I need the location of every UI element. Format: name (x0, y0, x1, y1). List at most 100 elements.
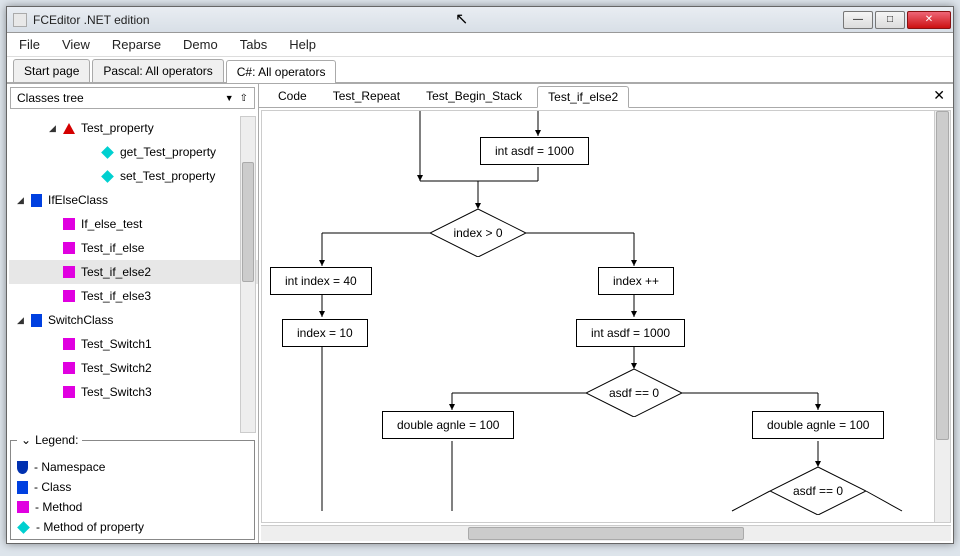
tree-item-test-if-else2[interactable]: Test_if_else2 (9, 260, 258, 284)
tree-label: get_Test_property (120, 145, 216, 159)
subtab-test-if-else2[interactable]: Test_if_else2 (537, 86, 629, 108)
flowchart-canvas[interactable]: int asdf = 1000 index > 0 int index = 40… (261, 110, 951, 523)
scrollbar-thumb[interactable] (468, 527, 744, 540)
menu-demo[interactable]: Demo (179, 35, 222, 54)
tree-label: set_Test_property (120, 169, 215, 183)
close-tab-icon[interactable]: ✕ (933, 87, 945, 104)
classes-tree[interactable]: ◢ Test_property get_Test_property set_Tes… (7, 112, 258, 437)
sidebar-header[interactable]: Classes tree ▼ ⇧ (10, 87, 255, 109)
mouse-cursor-icon: ↖ (455, 9, 468, 29)
tree-label: Test_if_else3 (81, 289, 151, 303)
method-icon (63, 218, 75, 230)
subtab-code[interactable]: Code (267, 85, 318, 107)
tree-scrollbar[interactable] (240, 116, 256, 433)
tree-item-test-switch3[interactable]: Test_Switch3 (9, 380, 258, 404)
tab-pascal[interactable]: Pascal: All operators (92, 59, 223, 82)
tree-item-set-test-property[interactable]: set_Test_property (9, 164, 258, 188)
property-method-icon (101, 170, 114, 183)
node-index-10[interactable]: index = 10 (282, 319, 368, 347)
legend-namespace: - Namespace (11, 457, 254, 477)
flowchart-connectors (262, 111, 950, 522)
property-method-icon (17, 521, 30, 534)
scrollbar-thumb[interactable] (242, 162, 254, 282)
file-tabs: Start page Pascal: All operators C#: All… (7, 57, 953, 83)
legend-title: Legend: (35, 433, 78, 447)
menu-tabs[interactable]: Tabs (236, 35, 271, 54)
tree-label: Test_property (81, 121, 154, 135)
tab-csharp[interactable]: C#: All operators (226, 60, 337, 83)
namespace-icon (17, 461, 28, 474)
minimize-button[interactable]: — (843, 11, 873, 29)
menu-view[interactable]: View (58, 35, 94, 54)
menu-help[interactable]: Help (285, 35, 320, 54)
menu-reparse[interactable]: Reparse (108, 35, 165, 54)
node-index-gt-0[interactable]: index > 0 (430, 209, 526, 257)
node-index-40[interactable]: int index = 40 (270, 267, 372, 295)
canvas-vscrollbar[interactable] (934, 111, 950, 522)
method-icon (63, 362, 75, 374)
chevron-down-icon[interactable]: ◢ (17, 195, 27, 206)
sidebar: Classes tree ▼ ⇧ ◢ Test_property get_Test… (7, 84, 259, 543)
tree-item-ifelseclass[interactable]: ◢ IfElseClass (9, 188, 258, 212)
menubar: File View Reparse Demo Tabs Help (7, 33, 953, 57)
property-method-icon (101, 146, 114, 159)
chevron-down-icon[interactable]: ⌄ (21, 433, 31, 447)
method-icon (63, 386, 75, 398)
subtab-test-repeat[interactable]: Test_Repeat (322, 85, 411, 107)
chevron-down-icon[interactable]: ◢ (49, 123, 59, 134)
class-icon (31, 194, 42, 207)
node-asdf-init[interactable]: int asdf = 1000 (480, 137, 589, 165)
node-asdf-eq-0-b[interactable]: asdf == 0 (770, 467, 866, 515)
tree-label: Test_if_else2 (81, 265, 151, 279)
window-title: FCEditor .NET edition (33, 13, 150, 27)
class-icon (17, 481, 28, 494)
tree-label: IfElseClass (48, 193, 108, 207)
method-icon (17, 501, 29, 513)
scrollbar-thumb[interactable] (936, 111, 949, 440)
legend-method: - Method (11, 497, 254, 517)
class-icon (31, 314, 42, 327)
method-icon (63, 338, 75, 350)
tree-item-test-switch1[interactable]: Test_Switch1 (9, 332, 258, 356)
legend-panel: ⌄Legend: - Namespace - Class - Method - … (10, 440, 255, 540)
sub-tabs: Code Test_Repeat Test_Begin_Stack Test_i… (259, 84, 953, 108)
titlebar[interactable]: FCEditor .NET edition ↖ — □ ✕ (7, 7, 953, 33)
legend-class: - Class (11, 477, 254, 497)
sidebar-title: Classes tree (17, 91, 84, 105)
subtab-test-begin-stack[interactable]: Test_Begin_Stack (415, 85, 533, 107)
node-asdf-eq-0[interactable]: asdf == 0 (586, 369, 682, 417)
workarea: Classes tree ▼ ⇧ ◢ Test_property get_Test… (7, 83, 953, 543)
maximize-button[interactable]: □ (875, 11, 905, 29)
main-panel: Code Test_Repeat Test_Begin_Stack Test_i… (259, 84, 953, 543)
node-agnle-right[interactable]: double agnle = 100 (752, 411, 884, 439)
tree-label: Test_Switch2 (81, 361, 152, 375)
pin-icon[interactable]: ⇧ (240, 93, 248, 104)
tree-item-test-switch2[interactable]: Test_Switch2 (9, 356, 258, 380)
menu-file[interactable]: File (15, 35, 44, 54)
tree-label: If_else_test (81, 217, 142, 231)
node-asdf2[interactable]: int asdf = 1000 (576, 319, 685, 347)
method-icon (63, 242, 75, 254)
close-button[interactable]: ✕ (907, 11, 951, 29)
tree-item-if-else-test[interactable]: If_else_test (9, 212, 258, 236)
tree-label: Test_Switch1 (81, 337, 152, 351)
property-icon (63, 123, 75, 134)
node-agnle-left[interactable]: double agnle = 100 (382, 411, 514, 439)
tree-item-test-property[interactable]: ◢ Test_property (9, 116, 258, 140)
method-icon (63, 290, 75, 302)
tree-label: Test_Switch3 (81, 385, 152, 399)
app-window: FCEditor .NET edition ↖ — □ ✕ File View … (6, 6, 954, 544)
legend-property-method: - Method of property (11, 517, 254, 537)
tree-label: Test_if_else (81, 241, 144, 255)
tree-label: SwitchClass (48, 313, 113, 327)
tree-item-test-if-else[interactable]: Test_if_else (9, 236, 258, 260)
tree-item-switchclass[interactable]: ◢ SwitchClass (9, 308, 258, 332)
node-index-pp[interactable]: index ++ (598, 267, 674, 295)
chevron-down-icon[interactable]: ◢ (17, 315, 27, 326)
tree-item-test-if-else3[interactable]: Test_if_else3 (9, 284, 258, 308)
tree-item-get-test-property[interactable]: get_Test_property (9, 140, 258, 164)
tab-start-page[interactable]: Start page (13, 59, 90, 82)
method-icon (63, 266, 75, 278)
dropdown-icon[interactable]: ▼ (225, 93, 234, 103)
canvas-hscrollbar[interactable] (261, 525, 951, 541)
